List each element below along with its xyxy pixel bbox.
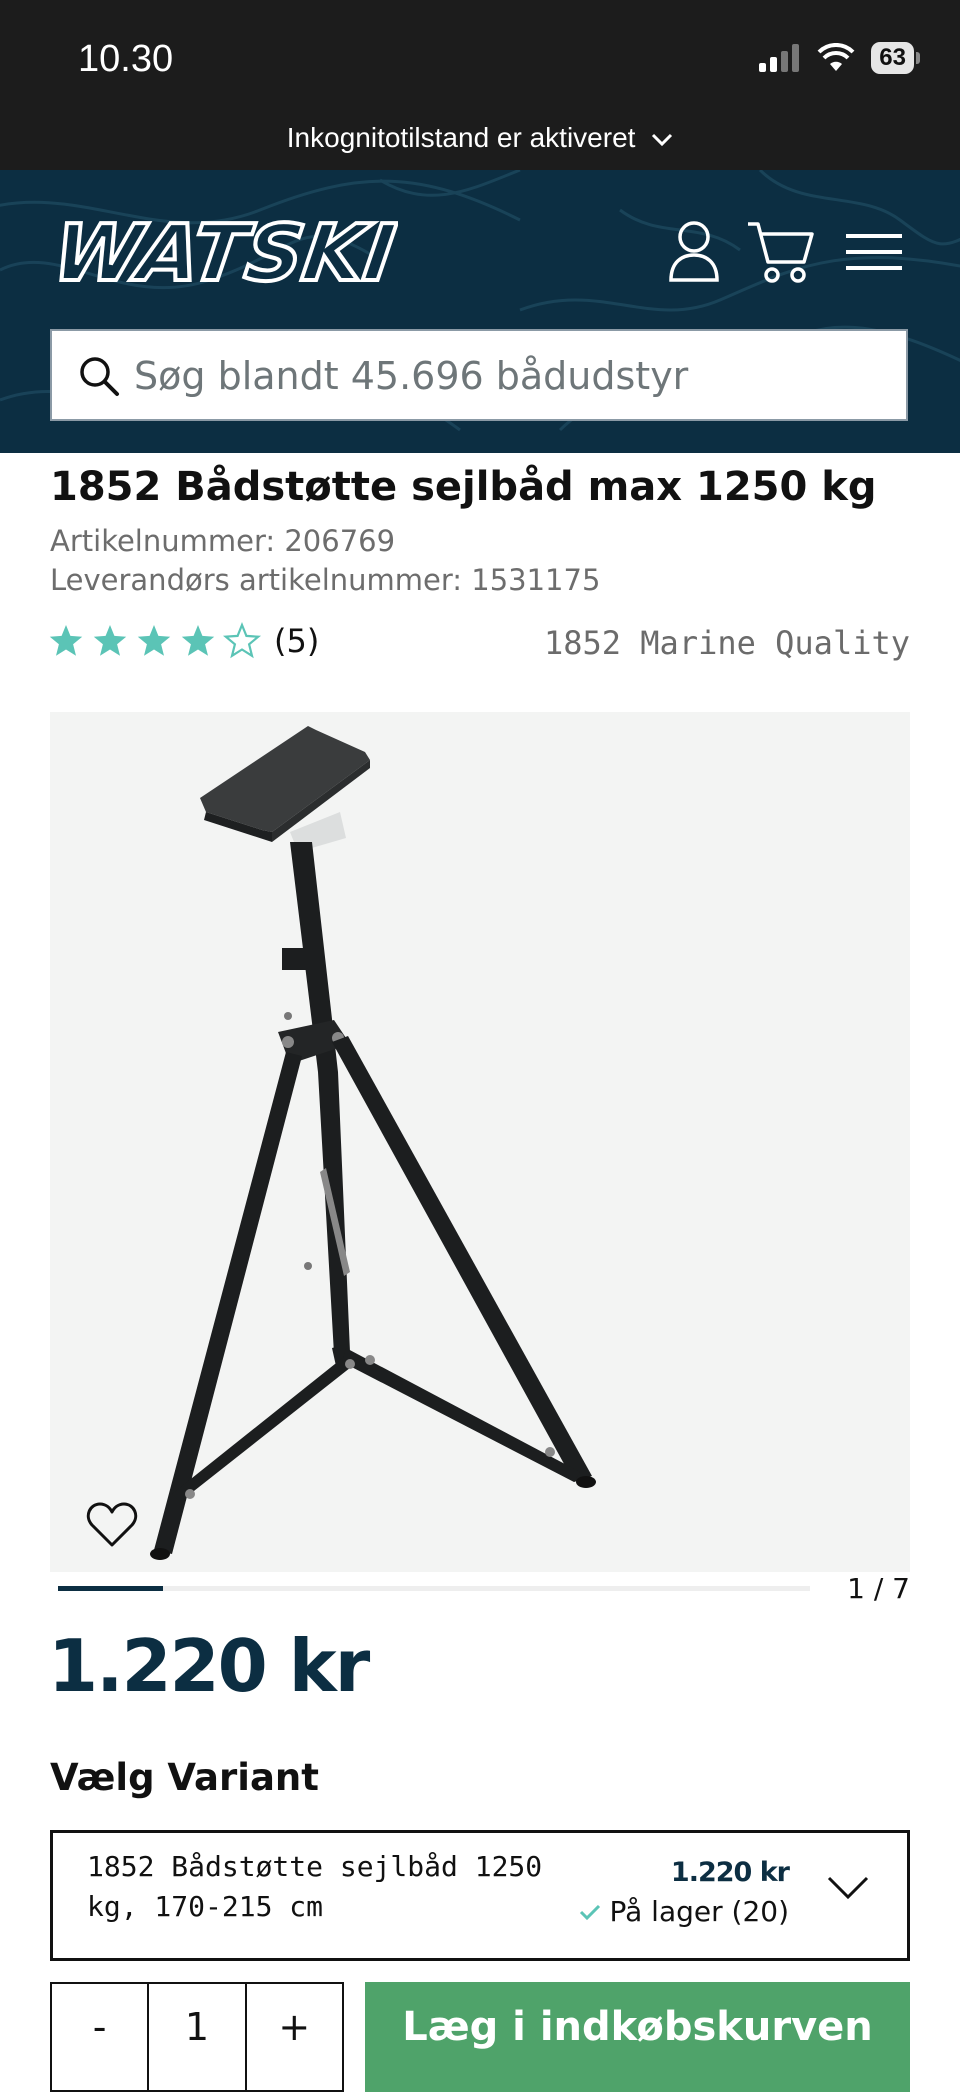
incognito-banner[interactable]: Inkognitotilstand er aktiveret (0, 122, 960, 154)
search-icon (80, 357, 119, 396)
gallery-counter: 1 / 7 (847, 1572, 910, 1605)
boat-stand-image (150, 726, 596, 1560)
chevron-down-icon (827, 1876, 869, 1900)
decrease-quantity-button[interactable]: - (52, 1984, 150, 2090)
increase-quantity-button[interactable]: + (247, 1984, 342, 2090)
battery-indicator: 63 (871, 42, 920, 74)
add-to-cart-button[interactable]: Læg i indkøbskurven (365, 1982, 910, 2092)
variant-name: 1852 Bådstøtte sejlbåd 1250 kg, 170-215 … (87, 1850, 543, 1923)
incognito-text: Inkognitotilstand er aktiveret (286, 122, 636, 153)
status-bar: 10.30 63 Inkognitotilstand er aktiveret (0, 0, 960, 170)
checkmark-icon (580, 1904, 601, 1920)
star-filled-icon (181, 625, 215, 656)
star-filled-icon (137, 625, 171, 656)
rating-stars (49, 622, 262, 659)
variant-select[interactable]: 1852 Bådstøtte sejlbåd 1250 kg, 170-215 … (50, 1830, 910, 1961)
gallery-progress-track (58, 1586, 810, 1591)
star-empty-icon (222, 622, 262, 659)
quantity-stepper[interactable]: - 1 + (50, 1982, 344, 2092)
variant-price: 1.220 kr (670, 1857, 790, 1888)
article-number: Artikelnummer: 206769 (50, 524, 396, 558)
watski-logo[interactable]: WATSKI (48, 212, 398, 292)
supplier-article-number: Leverandørs artikelnummer: 1531175 (50, 563, 601, 597)
variant-stock-text: På lager (20) (609, 1895, 789, 1928)
brand-link[interactable]: 1852 Marine Quality (544, 624, 910, 662)
cart-icon[interactable] (746, 220, 816, 284)
search-bar[interactable] (50, 329, 908, 421)
variant-stock-status: På lager (20) (579, 1895, 789, 1928)
product-image[interactable] (50, 712, 910, 1572)
gallery-progress-bar (58, 1586, 164, 1591)
wifi-icon (817, 43, 855, 71)
product-price: 1.220 kr (48, 1624, 370, 1708)
site-header: WATSKI (0, 170, 960, 453)
menu-icon[interactable] (846, 232, 902, 272)
variant-heading: Vælg Variant (50, 1756, 319, 1799)
quantity-value[interactable]: 1 (149, 1984, 247, 2090)
search-input[interactable] (132, 345, 876, 407)
signal-icon (759, 44, 800, 72)
star-filled-icon (49, 625, 83, 656)
star-filled-icon (93, 625, 127, 656)
status-icons: 63 (757, 42, 920, 74)
svg-text:WATSKI: WATSKI (48, 212, 398, 292)
heart-icon[interactable] (86, 1502, 138, 1548)
product-title: 1852 Bådstøtte sejlbåd max 1250 kg (50, 464, 877, 510)
rating[interactable]: (5) (48, 622, 319, 660)
clock: 10.30 (78, 38, 174, 80)
chevron-down-icon (652, 133, 673, 146)
rating-count: (5) (274, 622, 320, 660)
user-icon[interactable] (668, 220, 720, 282)
